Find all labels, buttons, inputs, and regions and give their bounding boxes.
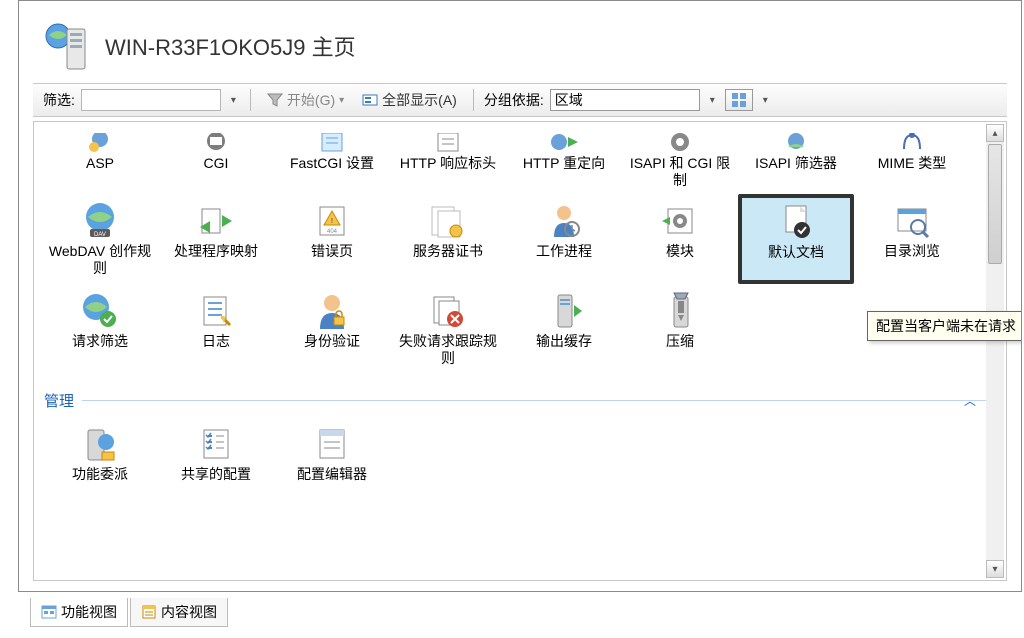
cgi-icon <box>196 133 236 153</box>
doc-icon <box>428 133 468 153</box>
page-header: WIN-R33F1OKO5J9 主页 <box>19 1 1021 83</box>
item-http-response[interactable]: HTTP 响应标头 <box>390 126 506 194</box>
content-view-icon <box>141 604 157 620</box>
separator <box>473 89 474 111</box>
item-config-editor[interactable]: 配置编辑器 <box>274 417 390 505</box>
tab-content-view[interactable]: 内容视图 <box>130 598 228 627</box>
item-isapi-cgi[interactable]: ISAPI 和 CGI 限制 <box>622 126 738 194</box>
item-fastcgi[interactable]: FastCGI 设置 <box>274 126 390 194</box>
shared-config-icon <box>196 424 236 464</box>
item-worker[interactable]: 工作进程 <box>506 194 622 284</box>
auth-icon <box>312 291 352 331</box>
filter-dropdown[interactable]: ▾ <box>227 95 240 106</box>
grid-view-icon <box>731 92 747 108</box>
scroll-down-arrow[interactable]: ▾ <box>986 560 1004 578</box>
item-shared-config[interactable]: 共享的配置 <box>158 417 274 505</box>
content-area: ASP CGI FastCGI 设置 HTTP 响应标头 HTTP 重定向 IS… <box>33 121 1007 581</box>
output-cache-icon <box>544 291 584 331</box>
item-server-cert[interactable]: 服务器证书 <box>390 194 506 284</box>
view-mode-button[interactable] <box>725 89 753 111</box>
filter-label: 筛选: <box>43 90 75 110</box>
item-isapi-filter[interactable]: ISAPI 筛选器 <box>738 126 854 194</box>
item-compression[interactable]: 压缩 <box>622 284 738 372</box>
svg-text:DAV: DAV <box>94 232 106 238</box>
tooltip: 配置当客户端未在请求 <box>867 311 1022 341</box>
request-filter-icon <box>80 291 120 331</box>
error-page-icon: ! 404 <box>312 201 352 241</box>
filter-icon <box>776 133 816 153</box>
item-feature-delegation[interactable]: 功能委派 <box>42 417 158 505</box>
showall-icon <box>362 92 378 108</box>
show-all-button[interactable]: 全部显示(A) <box>356 88 463 112</box>
group-label: 分组依据: <box>484 90 544 110</box>
item-error-pages[interactable]: !404错误页 <box>274 194 390 284</box>
feature-delegation-icon <box>80 424 120 464</box>
fastcgi-icon <box>312 133 352 153</box>
svg-text:404: 404 <box>327 229 338 235</box>
item-handler[interactable]: 处理程序映射 <box>158 194 274 284</box>
item-output-cache[interactable]: 输出缓存 <box>506 284 622 372</box>
collapse-icon[interactable]: ︿ <box>964 392 976 409</box>
funnel-icon <box>267 92 283 108</box>
tab-features-view[interactable]: 功能视图 <box>30 598 128 627</box>
item-webdav[interactable]: DAVWebDAV 创作规则 <box>42 194 158 284</box>
failed-trace-icon <box>428 291 468 331</box>
config-editor-icon <box>312 424 352 464</box>
cert-icon <box>428 201 468 241</box>
webdav-icon: DAV <box>80 201 120 241</box>
features-view-icon <box>41 604 57 620</box>
server-icon <box>43 21 89 71</box>
vertical-scrollbar[interactable]: ▴ ▾ <box>986 124 1004 578</box>
filter-input[interactable] <box>81 89 221 111</box>
item-mime[interactable]: MIME 类型 <box>854 126 970 194</box>
iis-manager-window: WIN-R33F1OKO5J9 主页 筛选: ▾ 开始(G) ▾ 全部显示(A)… <box>18 0 1022 592</box>
iis-grid-row3: 请求筛选 日志 身份验证 失败请求跟踪规则 输出缓存 压缩 <box>42 284 998 372</box>
scroll-up-arrow[interactable]: ▴ <box>986 124 1004 142</box>
mime-icon <box>892 133 932 153</box>
group-dropdown[interactable]: ▾ <box>706 95 719 106</box>
mgmt-grid: 功能委派 共享的配置 配置编辑器 <box>42 417 998 505</box>
svg-text:!: ! <box>331 218 333 225</box>
dir-browse-icon <box>892 201 932 241</box>
asp-icon <box>80 133 120 153</box>
logging-icon <box>196 291 236 331</box>
item-asp[interactable]: ASP <box>42 126 158 194</box>
item-auth[interactable]: 身份验证 <box>274 284 390 372</box>
separator <box>250 89 251 111</box>
item-cgi[interactable]: CGI <box>158 126 274 194</box>
handler-icon <box>196 201 236 241</box>
toolbar: 筛选: ▾ 开始(G) ▾ 全部显示(A) 分组依据: ▾ ▾ <box>33 83 1007 117</box>
section-management[interactable]: 管理 ︿ <box>44 390 998 411</box>
iis-grid-row2: DAVWebDAV 创作规则 处理程序映射 !404错误页 服务器证书 工作进程… <box>42 194 998 284</box>
gear-icon <box>660 133 700 153</box>
worker-icon <box>544 201 584 241</box>
item-request-filter[interactable]: 请求筛选 <box>42 284 158 372</box>
modules-icon <box>660 201 700 241</box>
group-select[interactable] <box>550 89 700 111</box>
go-button[interactable]: 开始(G) ▾ <box>261 88 350 112</box>
item-dir-browse[interactable]: 目录浏览 <box>854 194 970 284</box>
item-default-doc[interactable]: 默认文档 <box>738 194 854 284</box>
default-doc-icon <box>776 202 816 242</box>
iis-grid-row1: ASP CGI FastCGI 设置 HTTP 响应标头 HTTP 重定向 IS… <box>42 126 998 194</box>
item-http-redirect[interactable]: HTTP 重定向 <box>506 126 622 194</box>
item-modules[interactable]: 模块 <box>622 194 738 284</box>
item-failed-trace[interactable]: 失败请求跟踪规则 <box>390 284 506 372</box>
bottom-tabs: 功能视图 内容视图 <box>30 598 228 626</box>
scroll-thumb[interactable] <box>988 144 1002 264</box>
redirect-icon <box>544 133 584 153</box>
item-logging[interactable]: 日志 <box>158 284 274 372</box>
page-title: WIN-R33F1OKO5J9 主页 <box>105 30 356 62</box>
view-mode-dropdown[interactable]: ▾ <box>759 95 772 106</box>
compression-icon <box>660 291 700 331</box>
